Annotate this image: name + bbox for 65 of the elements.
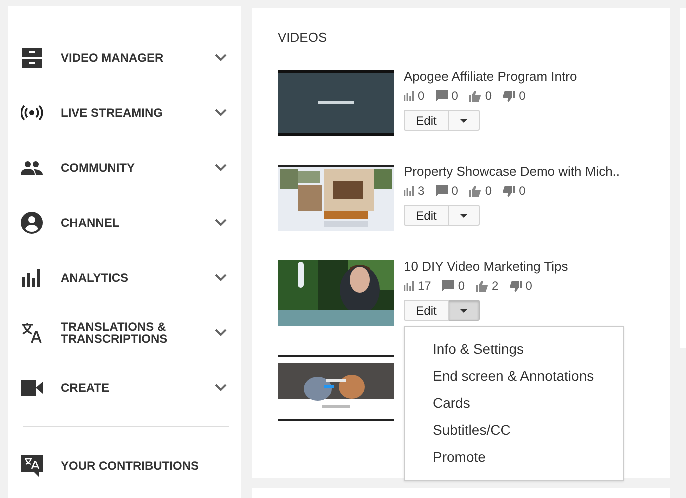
- stat-count: 0: [526, 279, 532, 293]
- edit-button[interactable]: Edit: [404, 300, 449, 321]
- translate-icon: [21, 322, 43, 344]
- translate-chat-icon: [21, 454, 43, 476]
- stat-count: 0: [458, 279, 466, 293]
- thumbs-down-icon: [510, 280, 522, 292]
- thumbs-up-icon: [476, 280, 488, 292]
- stat-count: 0: [452, 184, 458, 198]
- dropdown-button[interactable]: [449, 300, 480, 321]
- nav-item[interactable]: VIDEO MANAGER: [61, 52, 215, 64]
- thumbs-up-icon: [469, 90, 482, 102]
- stat-count: 0: [519, 89, 526, 103]
- stat-count: 0: [485, 184, 492, 198]
- stat-count: 0: [485, 89, 492, 103]
- video-title[interactable]: Property Showcase Demo with Mich..: [404, 164, 620, 180]
- menu-item[interactable]: Info & Settings: [405, 336, 623, 363]
- bar-chart-icon: [22, 268, 42, 286]
- bar-chart-icon: [404, 281, 414, 291]
- nav-item[interactable]: TRANSLATIONS & TRANSCRIPTIONS: [61, 320, 215, 344]
- chevron-down-icon[interactable]: [215, 328, 227, 336]
- stat-count: 17: [418, 279, 432, 293]
- nav-item[interactable]: CREATE: [61, 382, 215, 394]
- bar-chart-icon: [404, 186, 414, 196]
- stat-count: 3: [418, 184, 425, 198]
- chevron-down-icon[interactable]: [215, 108, 227, 116]
- thumbs-down-icon: [503, 186, 516, 196]
- menu-item[interactable]: Promote: [405, 444, 623, 471]
- caret-icon: [460, 308, 468, 312]
- section-heading: VIDEOS: [278, 29, 328, 47]
- chevron-down-icon[interactable]: [215, 274, 227, 282]
- caret-icon: [460, 118, 468, 122]
- stat-count: 0: [418, 89, 425, 103]
- broadcast-icon: [21, 104, 43, 120]
- chevron-down-icon[interactable]: [215, 218, 227, 226]
- thumbs-down-icon: [503, 90, 516, 102]
- menu-item[interactable]: Subtitles/CC: [405, 417, 623, 444]
- chevron-down-icon[interactable]: [215, 384, 227, 392]
- chevron-down-icon[interactable]: [215, 164, 227, 172]
- edit-button[interactable]: Edit: [404, 110, 449, 131]
- nav-item[interactable]: CHANNEL: [61, 216, 215, 228]
- video-camera-icon: [21, 380, 43, 396]
- account-icon: [21, 212, 43, 234]
- chevron-down-icon[interactable]: [215, 54, 227, 62]
- stat-count: 0: [519, 184, 526, 198]
- comment-icon: [436, 185, 448, 197]
- caret-icon: [460, 214, 468, 218]
- dropdown-button[interactable]: [449, 110, 480, 131]
- thumbs-up-icon: [469, 186, 482, 196]
- stat-count: 2: [492, 279, 499, 293]
- comment-icon: [436, 90, 448, 102]
- nav-item[interactable]: ANALYTICS: [61, 272, 215, 284]
- bar-chart-icon: [404, 91, 414, 101]
- nav-item[interactable]: YOUR CONTRIBUTIONS: [61, 460, 227, 472]
- people-icon: [21, 160, 43, 174]
- file-cabinet-icon: [22, 48, 42, 68]
- stat-count: 0: [452, 89, 458, 103]
- nav-item[interactable]: LIVE STREAMING: [61, 106, 215, 118]
- menu-item[interactable]: Cards: [405, 390, 623, 417]
- video-title[interactable]: Apogee Affiliate Program Intro: [404, 69, 578, 85]
- edit-button[interactable]: Edit: [404, 205, 449, 226]
- video-title[interactable]: 10 DIY Video Marketing Tips: [404, 259, 568, 275]
- comment-icon: [442, 280, 454, 292]
- nav-item[interactable]: COMMUNITY: [61, 162, 215, 174]
- menu-item[interactable]: End screen & Annotations: [405, 363, 623, 390]
- dropdown-button[interactable]: [449, 205, 480, 226]
